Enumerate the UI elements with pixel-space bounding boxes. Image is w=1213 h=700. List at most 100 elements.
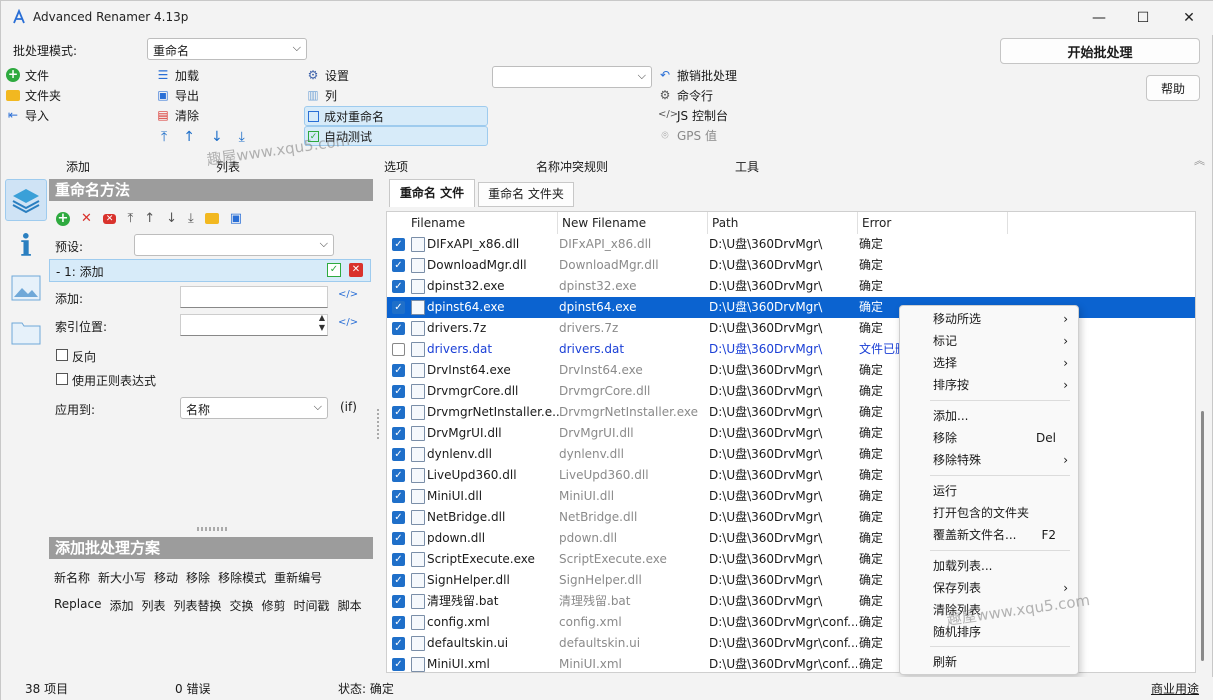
batch-method-link[interactable]: 移除 [186, 569, 210, 586]
menu-shuffle[interactable]: 随机排序 [900, 621, 1078, 643]
tag-insert-icon[interactable]: </> [338, 289, 358, 300]
columns-item[interactable]: ▥ 列 [306, 85, 337, 105]
table-row[interactable]: ✓ DIFxAPI_x86.dll DIFxAPI_x86.dll D:\U盘\360… [387, 234, 1195, 255]
load-item[interactable]: ☰ 加载 [156, 65, 199, 85]
batch-mode-select[interactable]: 重命名 ⌵ [147, 38, 307, 60]
import-item[interactable]: ⇤ 导入 [6, 105, 49, 125]
table-row[interactable]: ✓ DownloadMgr.dll DownloadMgr.dll D:\U盘\360… [387, 255, 1195, 276]
col-filename[interactable]: Filename [407, 212, 558, 234]
index-input[interactable]: ▲ ▼ [180, 313, 328, 336]
batch-method-link[interactable]: 列表 [141, 597, 165, 614]
move-down-icon[interactable]: ↓ [166, 211, 177, 226]
row-checkbox[interactable]: ✓ [392, 427, 405, 440]
tab-rename-folders[interactable]: 重命名 文件夹 [478, 182, 574, 207]
vertical-splitter[interactable] [377, 409, 381, 439]
row-checkbox[interactable]: ✓ [392, 616, 405, 629]
col-new-filename[interactable]: New Filename [558, 212, 708, 234]
batch-method-link[interactable]: 移动 [154, 569, 178, 586]
remove-method-icon[interactable]: ✕ [349, 263, 363, 277]
clear-item[interactable]: ▤ 清除 [156, 105, 199, 125]
methods-tab[interactable] [5, 179, 47, 221]
batch-method-link[interactable]: 修剪 [262, 597, 286, 614]
spin-arrows-icon[interactable]: ▲ ▼ [319, 313, 325, 333]
if-condition-link[interactable]: (if) [340, 400, 357, 414]
col-error[interactable]: Error [858, 212, 1008, 234]
start-batch-button[interactable]: 开始批处理 [1000, 38, 1200, 64]
tag-insert-icon[interactable]: </> [338, 317, 358, 328]
save-icon[interactable]: ▣ [230, 211, 242, 226]
add-method-icon[interactable]: + [56, 211, 70, 226]
settings-item[interactable]: ⚙ 设置 [306, 65, 349, 85]
license-link[interactable]: 商业用途 [1151, 680, 1199, 697]
row-checkbox[interactable]: ✓ [392, 532, 405, 545]
row-checkbox[interactable]: ✓ [392, 301, 405, 314]
batch-method-link[interactable]: 重新编号 [274, 569, 322, 586]
menu-refresh[interactable]: 刷新 [900, 651, 1078, 673]
menu-sort-by[interactable]: 排序按 › [900, 374, 1078, 396]
batch-method-link[interactable]: 新大小写 [98, 569, 146, 586]
move-top-icon[interactable]: ⤒ [127, 211, 133, 226]
row-checkbox[interactable]: ✓ [392, 469, 405, 482]
reverse-checkbox[interactable] [56, 349, 68, 361]
row-checkbox[interactable]: ✓ [392, 322, 405, 335]
table-row[interactable]: ✓ dpinst32.exe dpinst32.exe D:\U盘\360DrvMgr… [387, 276, 1195, 297]
menu-load-list[interactable]: 加载列表... [900, 555, 1078, 577]
batch-method-link[interactable]: Replace [54, 597, 101, 614]
row-checkbox[interactable]: ✓ [392, 658, 405, 671]
batch-method-link[interactable]: 脚本 [338, 597, 362, 614]
image-tab[interactable] [5, 267, 47, 309]
menu-run[interactable]: 运行 [900, 480, 1078, 502]
add-text-input[interactable] [180, 286, 328, 308]
move-down-icon[interactable]: ↓ [211, 129, 223, 147]
batch-method-link[interactable]: 新名称 [54, 569, 90, 586]
row-checkbox[interactable]: ✓ [392, 406, 405, 419]
batch-method-link[interactable]: 列表替换 [174, 597, 222, 614]
row-checkbox[interactable]: ✓ [392, 637, 405, 650]
minimize-button[interactable]: — [1076, 1, 1122, 35]
delete-all-icon[interactable]: ✕ [102, 213, 117, 224]
apply-to-select[interactable]: 名称 ⌵ [180, 397, 328, 419]
batch-method-link[interactable]: 交换 [230, 597, 254, 614]
move-top-icon[interactable]: ⤒ [161, 129, 167, 147]
gps-item[interactable]: ⌾ GPS 值 [658, 125, 717, 145]
row-checkbox[interactable]: ✓ [392, 259, 405, 272]
js-console-item[interactable]: </> JS 控制台 [658, 105, 728, 125]
menu-add[interactable]: 添加... [900, 405, 1078, 427]
row-checkbox[interactable]: ✓ [392, 364, 405, 377]
batch-method-link[interactable]: 添加 [109, 597, 133, 614]
menu-remove-special[interactable]: 移除特殊 › [900, 449, 1078, 471]
row-checkbox[interactable]: ✓ [392, 385, 405, 398]
row-checkbox[interactable]: ✓ [392, 553, 405, 566]
menu-move-selected[interactable]: 移动所选 › [900, 308, 1078, 330]
help-button[interactable]: 帮助 [1146, 75, 1200, 101]
row-checkbox[interactable]: ✓ [392, 595, 405, 608]
menu-open-folder[interactable]: 打开包含的文件夹 [900, 502, 1078, 524]
enable-check-icon[interactable]: ✓ [327, 263, 341, 277]
menu-override-name[interactable]: 覆盖新文件名... F2 [900, 524, 1078, 546]
export-item[interactable]: ▣ 导出 [156, 85, 199, 105]
batch-method-link[interactable]: 移除模式 [218, 569, 266, 586]
open-folder-icon[interactable] [204, 213, 219, 224]
row-checkbox[interactable]: ✓ [392, 448, 405, 461]
move-up-icon[interactable]: ↑ [183, 129, 195, 147]
tab-rename-files[interactable]: 重命名 文件 [389, 179, 475, 207]
maximize-button[interactable]: ☐ [1120, 1, 1166, 35]
move-up-icon[interactable]: ↑ [144, 211, 155, 226]
folder-tab[interactable] [5, 311, 47, 353]
close-button[interactable]: ✕ [1166, 1, 1212, 35]
menu-select[interactable]: 选择 › [900, 352, 1078, 374]
col-path[interactable]: Path [708, 212, 858, 234]
pair-rename-toggle[interactable]: 成对重命名 [304, 106, 488, 126]
scrollbar-thumb[interactable] [1201, 411, 1204, 661]
row-checkbox[interactable]: ✓ [392, 280, 405, 293]
command-line-item[interactable]: ⚙ 命令行 [658, 85, 713, 105]
row-checkbox[interactable]: ✓ [392, 490, 405, 503]
batch-method-link[interactable]: 时间戳 [294, 597, 330, 614]
menu-remove[interactable]: 移除 Del [900, 427, 1078, 449]
add-folder-item[interactable]: 文件夹 [6, 85, 61, 105]
move-bottom-icon[interactable]: ⤓ [188, 211, 194, 226]
scrollbar[interactable] [1197, 211, 1209, 673]
menu-mark[interactable]: 标记 › [900, 330, 1078, 352]
splitter-grip[interactable] [197, 527, 227, 531]
delete-method-icon[interactable]: ✕ [81, 211, 92, 226]
